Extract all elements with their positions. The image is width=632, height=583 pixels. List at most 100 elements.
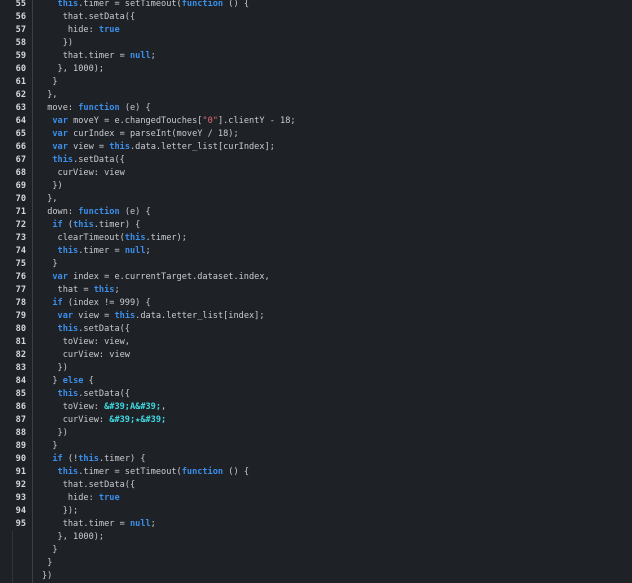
code-line[interactable]: 82 curView: view	[0, 349, 632, 362]
keyword-token: function	[78, 207, 120, 217]
code-line[interactable]: 85 this.setData({	[0, 388, 632, 401]
entity-token: &#39;★&#39;	[109, 415, 167, 425]
code-line[interactable]: }	[0, 544, 632, 557]
code-line[interactable]: 59 that.timer = null;	[0, 50, 632, 63]
keyword-token: var	[52, 129, 68, 139]
code-token: .timer = setTimeout(	[78, 467, 182, 477]
keyword-token: this	[52, 155, 74, 165]
code-line[interactable]: 65 var curIndex = parseInt(moveY / 18);	[0, 128, 632, 141]
code-token: toView:	[62, 402, 105, 412]
line-number: 66	[15, 142, 26, 152]
line-number: 93	[15, 493, 26, 503]
code-token: .data.letter_list[index];	[135, 311, 265, 321]
code-line[interactable]: 67 this.setData({	[0, 154, 632, 167]
code-token: that.setData({	[62, 12, 136, 22]
code-line[interactable]: 86 toView: &#39;A&#39;,	[0, 401, 632, 414]
code-token: moveY = e.changedTouches[	[67, 116, 203, 126]
code-line[interactable]: 90 if (!this.timer) {	[0, 453, 632, 466]
code-line[interactable]: })	[0, 570, 632, 583]
code-line[interactable]: 70 },	[0, 193, 632, 206]
code-line[interactable]: 72 if (this.timer) {	[0, 219, 632, 232]
code-line[interactable]: }, 1000);	[0, 531, 632, 544]
code-line[interactable]: 69 })	[0, 180, 632, 193]
keyword-token: this	[124, 233, 146, 243]
code-line[interactable]: 87 curView: &#39;★&#39;	[0, 414, 632, 427]
code-line[interactable]: 78 if (index != 999) {	[0, 297, 632, 310]
code-line[interactable]: 88 })	[0, 427, 632, 440]
keyword-token: null	[124, 246, 146, 256]
code-editor[interactable]: 55 this.timer = setTimeout(function () {…	[0, 0, 632, 583]
code-line[interactable]: 55 this.timer = setTimeout(function () {	[0, 0, 632, 11]
code-token: }	[52, 545, 58, 555]
code-line[interactable]: 95 that.timer = null;	[0, 518, 632, 531]
code-text: },	[42, 193, 57, 206]
code-token: (e) {	[119, 103, 151, 113]
code-lines[interactable]: 55 this.timer = setTimeout(function () {…	[0, 0, 632, 583]
code-line[interactable]: 64 var moveY = e.changedTouches["0"].cli…	[0, 115, 632, 128]
code-line[interactable]: 58 })	[0, 37, 632, 50]
code-text: var index = e.currentTarget.dataset.inde…	[42, 271, 269, 284]
keyword-token: true	[98, 25, 120, 35]
code-line[interactable]: }	[0, 557, 632, 570]
code-line[interactable]: 57 hide: true	[0, 24, 632, 37]
code-line[interactable]: 62 },	[0, 89, 632, 102]
code-token: }	[52, 376, 63, 386]
code-text: })	[42, 570, 52, 583]
line-number: 69	[15, 181, 26, 191]
code-text: });	[42, 505, 79, 518]
code-line[interactable]: 79 var view = this.data.letter_list[inde…	[0, 310, 632, 323]
code-line[interactable]: 61 }	[0, 76, 632, 89]
code-line[interactable]: 73 clearTimeout(this.timer);	[0, 232, 632, 245]
code-line[interactable]: 68 curView: view	[0, 167, 632, 180]
code-line[interactable]: 91 this.timer = setTimeout(function () {	[0, 466, 632, 479]
code-line[interactable]: 93 hide: true	[0, 492, 632, 505]
code-text: }	[42, 258, 58, 271]
code-line[interactable]: 75 }	[0, 258, 632, 271]
code-text: this.setData({	[42, 388, 130, 401]
code-line[interactable]: 81 toView: view,	[0, 336, 632, 349]
code-line[interactable]: 80 this.setData({	[0, 323, 632, 336]
code-line[interactable]: 60 }, 1000);	[0, 63, 632, 76]
code-token: clearTimeout(	[57, 233, 125, 243]
code-text: })	[42, 37, 73, 50]
code-text: that.timer = null;	[42, 50, 156, 63]
line-number: 58	[15, 38, 26, 48]
code-line[interactable]: 66 var view = this.data.letter_list[curI…	[0, 141, 632, 154]
code-text: var view = this.data.letter_list[curInde…	[42, 141, 275, 154]
code-line[interactable]: 92 that.setData({	[0, 479, 632, 492]
line-number: 86	[15, 402, 26, 412]
code-text: this.timer = null;	[42, 245, 151, 258]
code-line[interactable]: 84 } else {	[0, 375, 632, 388]
code-text: hide: true	[42, 492, 120, 505]
line-number: 91	[15, 467, 26, 477]
code-token: }	[52, 77, 58, 87]
code-text: var view = this.data.letter_list[index];	[42, 310, 265, 323]
code-line[interactable]: 74 this.timer = null;	[0, 245, 632, 258]
keyword-token: this	[57, 467, 79, 477]
code-line[interactable]: 94 });	[0, 505, 632, 518]
code-line[interactable]: 71 down: function (e) {	[0, 206, 632, 219]
code-token: ,	[161, 402, 167, 412]
code-token: .setData({	[73, 155, 125, 165]
code-token: }	[52, 259, 58, 269]
code-line[interactable]: 83 })	[0, 362, 632, 375]
code-line[interactable]: 89 }	[0, 440, 632, 453]
code-token: }, 1000);	[57, 64, 105, 74]
line-number: 72	[15, 220, 26, 230]
code-line[interactable]: 76 var index = e.currentTarget.dataset.i…	[0, 271, 632, 284]
code-text: })	[42, 427, 68, 440]
code-line[interactable]: 63 move: function (e) {	[0, 102, 632, 115]
keyword-token: null	[129, 51, 151, 61]
code-line[interactable]: 77 that = this;	[0, 284, 632, 297]
keyword-token: this	[93, 285, 115, 295]
code-line[interactable]: 56 that.setData({	[0, 11, 632, 24]
